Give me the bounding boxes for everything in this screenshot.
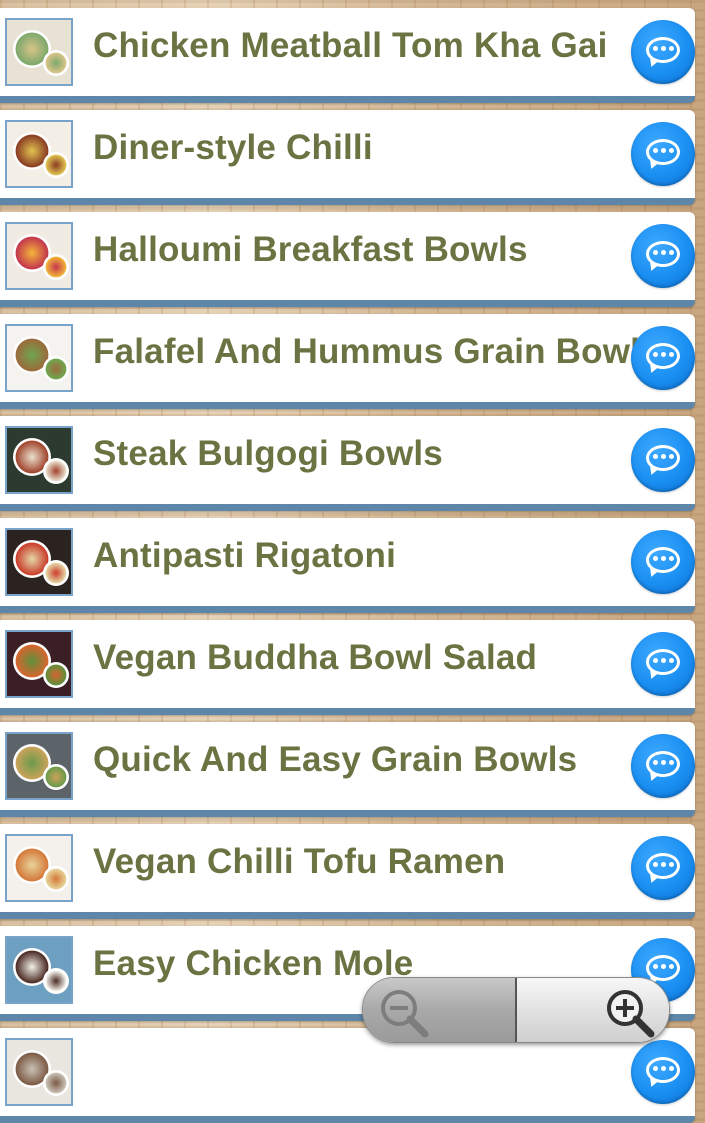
recipe-row[interactable]: Steak Bulgogi Bowls [0,416,695,511]
zoom-controls [362,977,670,1043]
recipe-row[interactable]: Falafel And Hummus Grain Bowl [0,314,695,409]
recipe-row[interactable]: Quick And Easy Grain Bowls [0,722,695,817]
thumbnail-plate [43,1070,69,1096]
comment-button[interactable] [631,632,695,696]
recipe-row[interactable]: Vegan Chilli Tofu Ramen [0,824,695,919]
recipe-title: Vegan Buddha Bowl Salad [93,638,538,677]
comment-button[interactable] [631,1040,695,1104]
comment-button[interactable] [631,20,695,84]
thumbnail-plate [43,458,69,484]
recipe-title: Steak Bulgogi Bowls [93,434,443,473]
zoom-out-button[interactable] [363,978,515,1042]
comment-button[interactable] [631,428,695,492]
comment-button[interactable] [631,326,695,390]
recipe-thumbnail [5,222,73,290]
recipe-thumbnail [5,732,73,800]
recipe-thumbnail [5,1038,73,1106]
thumbnail-plate [43,254,69,280]
recipe-thumbnail [5,630,73,698]
thumbnail-plate [43,560,69,586]
recipe-title: Diner-style Chilli [93,128,373,167]
recipe-thumbnail [5,120,73,188]
comment-button[interactable] [631,122,695,186]
thumbnail-plate [43,764,69,790]
recipe-thumbnail [5,936,73,1004]
recipe-thumbnail [5,528,73,596]
recipe-row[interactable]: Antipasti Rigatoni [0,518,695,613]
recipe-row[interactable]: Vegan Buddha Bowl Salad [0,620,695,715]
recipe-title: Falafel And Hummus Grain Bowl [93,332,641,371]
recipe-row[interactable]: Halloumi Breakfast Bowls [0,212,695,307]
thumbnail-plate [43,50,69,76]
recipe-title: Antipasti Rigatoni [93,536,397,575]
recipe-thumbnail [5,426,73,494]
thumbnail-plate [43,662,69,688]
thumbnail-plate [43,356,69,382]
recipe-title: Chicken Meatball Tom Kha Gai [93,26,608,65]
recipe-row[interactable]: Chicken Meatball Tom Kha Gai [0,8,695,103]
comment-button[interactable] [631,530,695,594]
comment-button[interactable] [631,836,695,900]
recipe-thumbnail [5,324,73,392]
thumbnail-plate [43,152,69,178]
zoom-out-icon [381,990,429,1038]
recipe-title: Halloumi Breakfast Bowls [93,230,528,269]
recipe-row[interactable]: Diner-style Chilli [0,110,695,205]
thumbnail-plate [43,866,69,892]
zoom-in-button[interactable] [517,978,669,1042]
comment-button[interactable] [631,224,695,288]
recipe-thumbnail [5,18,73,86]
recipe-title: Vegan Chilli Tofu Ramen [93,842,506,881]
recipe-title: Quick And Easy Grain Bowls [93,740,578,779]
recipe-thumbnail [5,834,73,902]
comment-button[interactable] [631,734,695,798]
zoom-in-icon [607,990,655,1038]
thumbnail-plate [43,968,69,994]
